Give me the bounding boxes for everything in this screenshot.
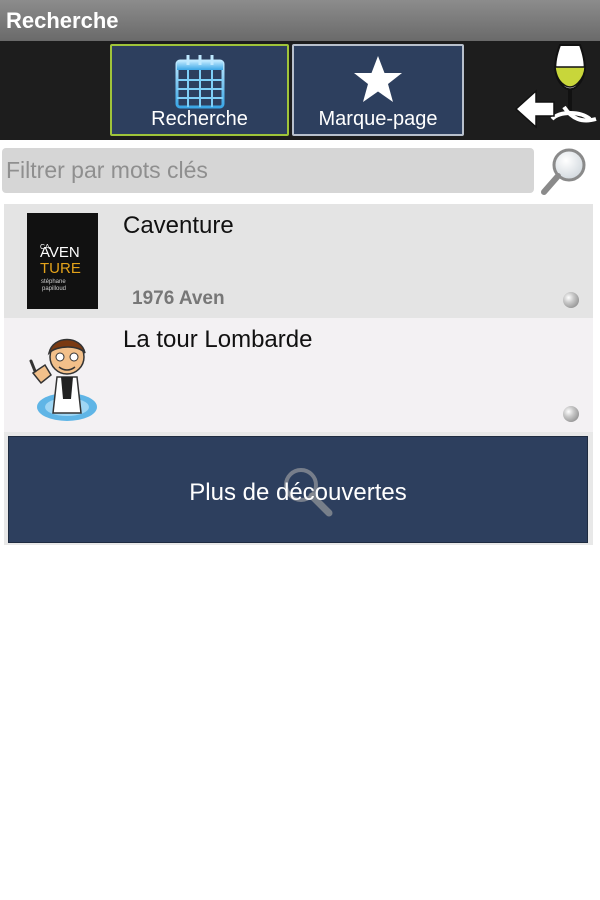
item-title: Caventure <box>123 212 234 239</box>
app-title-bar: Recherche <box>0 0 600 41</box>
svg-text:AVEN: AVEN <box>40 244 80 261</box>
back-button[interactable] <box>512 41 600 140</box>
star-icon <box>354 56 402 102</box>
wine-glass-icon <box>550 44 597 123</box>
search-input[interactable] <box>2 148 534 193</box>
svg-text:papilloud: papilloud <box>42 286 66 292</box>
more-container: Plus de découvertes <box>4 432 593 545</box>
item-subtitle: 1976 Aven <box>132 288 225 309</box>
cartoon-mascot-image <box>27 327 98 423</box>
calendar-icon <box>175 55 224 109</box>
status-dot-icon <box>563 406 579 422</box>
magnifier-icon <box>541 148 586 195</box>
tab-marque-page[interactable]: Marque-page <box>292 44 464 136</box>
svg-text:TURE: TURE <box>40 260 81 277</box>
item-title: La tour Lombarde <box>123 326 313 353</box>
back-arrow-icon <box>514 89 555 129</box>
status-dot-icon <box>563 292 579 308</box>
search-row <box>0 140 600 204</box>
more-discoveries-label: Plus de découvertes <box>189 479 407 506</box>
tab-recherche[interactable]: Recherche <box>110 44 289 136</box>
toolbar: Recherche Marque-page <box>0 41 600 140</box>
list-item[interactable]: La tour Lombarde <box>4 318 593 432</box>
list-item[interactable]: CA AVEN TURE stéphane papilloud Caventur… <box>4 204 593 318</box>
tab-marque-page-label: Marque-page <box>318 108 438 130</box>
search-button[interactable] <box>536 144 592 200</box>
more-discoveries-button[interactable]: Plus de découvertes <box>8 436 588 543</box>
app-title: Recherche <box>6 8 119 33</box>
tab-recherche-label: Recherche <box>151 108 248 130</box>
svg-text:stéphane: stéphane <box>41 279 66 285</box>
caventure-logo: CA AVEN TURE stéphane papilloud <box>27 213 98 309</box>
